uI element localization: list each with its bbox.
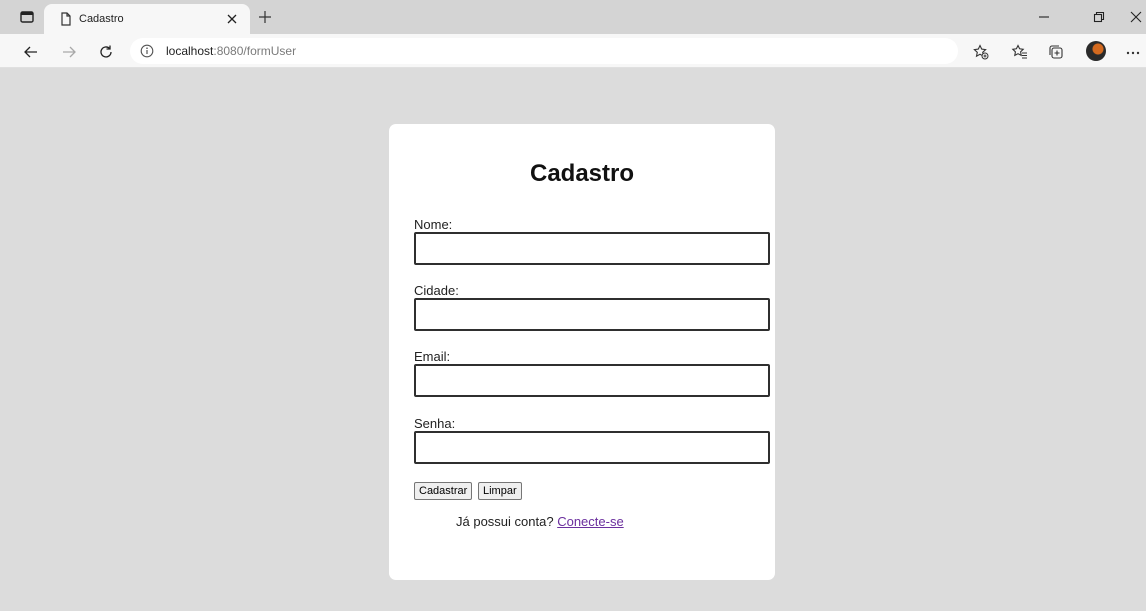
url-text[interactable]: localhost:8080/formUser bbox=[166, 44, 296, 58]
login-prompt: Já possui conta? Conecte-se bbox=[456, 514, 624, 529]
tab-title: Cadastro bbox=[79, 13, 124, 25]
forward-arrow-icon[interactable] bbox=[60, 43, 78, 61]
login-link[interactable]: Conecte-se bbox=[557, 514, 623, 529]
browser-toolbar: localhost:8080/formUser bbox=[0, 34, 1146, 68]
favorites-icon[interactable] bbox=[1011, 43, 1029, 61]
url-path: :8080/formUser bbox=[213, 44, 297, 58]
login-prompt-text: Já possui conta? bbox=[456, 514, 554, 529]
address-bar[interactable]: localhost:8080/formUser bbox=[130, 38, 958, 64]
form-title: Cadastro bbox=[529, 160, 635, 187]
clear-button[interactable]: Limpar bbox=[478, 482, 522, 500]
close-window-icon[interactable] bbox=[1128, 9, 1144, 25]
city-input[interactable] bbox=[414, 298, 770, 331]
minimize-icon[interactable] bbox=[1036, 9, 1052, 25]
back-arrow-icon[interactable] bbox=[22, 43, 40, 61]
register-button[interactable]: Cadastrar bbox=[414, 482, 473, 500]
more-options-icon[interactable] bbox=[1124, 43, 1142, 61]
email-label: Email: bbox=[414, 349, 451, 364]
name-input[interactable] bbox=[414, 232, 770, 265]
page-icon bbox=[58, 11, 74, 27]
email-input[interactable] bbox=[414, 364, 770, 397]
new-tab-icon[interactable] bbox=[257, 9, 273, 25]
profile-avatar[interactable] bbox=[1086, 41, 1106, 61]
tab-actions-icon[interactable] bbox=[18, 8, 36, 26]
close-tab-icon[interactable] bbox=[224, 11, 240, 27]
site-info-icon[interactable] bbox=[140, 44, 154, 58]
name-label: Nome: bbox=[414, 217, 453, 232]
register-card: Cadastro Nome: Cidade: Email: Senha: Cad… bbox=[389, 124, 775, 580]
browser-tab-bar: Cadastro bbox=[0, 0, 1146, 34]
password-input[interactable] bbox=[414, 431, 770, 464]
reload-icon[interactable] bbox=[97, 43, 115, 61]
add-favorite-icon[interactable] bbox=[972, 43, 990, 61]
restore-icon[interactable] bbox=[1091, 9, 1107, 25]
collections-icon[interactable] bbox=[1047, 43, 1065, 61]
password-label: Senha: bbox=[414, 416, 456, 431]
city-label: Cidade: bbox=[414, 283, 459, 298]
browser-tab[interactable]: Cadastro bbox=[44, 4, 250, 34]
url-host: localhost bbox=[166, 44, 214, 58]
